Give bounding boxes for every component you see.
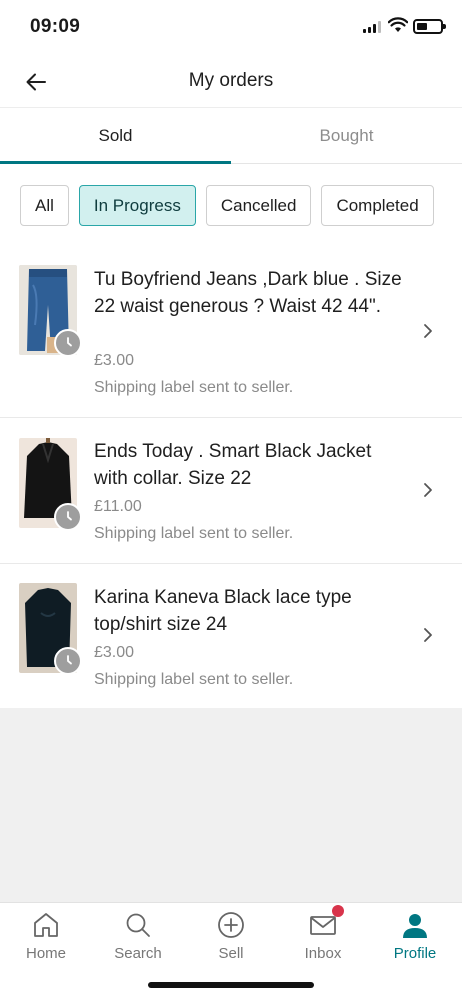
order-price: £3.00: [94, 644, 135, 661]
tab-sold[interactable]: Sold: [0, 108, 231, 164]
nav-search-label: Search: [114, 945, 162, 962]
filter-in-progress[interactable]: In Progress: [78, 185, 196, 226]
home-icon: [34, 913, 58, 937]
header: My orders: [0, 56, 462, 108]
chevron-right-icon: [424, 483, 432, 497]
order-price: £3.00: [94, 352, 135, 369]
wifi-icon: [388, 17, 408, 32]
clock-icon: [54, 329, 82, 357]
search-icon: [126, 913, 150, 937]
nav-profile[interactable]: Profile: [369, 903, 461, 973]
order-item[interactable]: Ends Today . Smart Black Jacket with col…: [0, 418, 462, 564]
order-list: Tu Boyfriend Jeans ,Dark blue . Size 22 …: [0, 246, 462, 708]
nav-home[interactable]: Home: [0, 903, 92, 973]
status-filters: All In Progress Cancelled Completed: [20, 185, 434, 226]
status-time: 09:09: [30, 16, 81, 37]
nav-sell[interactable]: Sell: [185, 903, 277, 973]
nav-inbox[interactable]: Inbox: [277, 903, 369, 973]
nav-home-label: Home: [25, 945, 66, 962]
order-title: Tu Boyfriend Jeans ,Dark blue . Size 22 …: [94, 269, 402, 317]
filter-all[interactable]: All: [20, 185, 69, 226]
inbox-badge: [332, 905, 344, 917]
chevron-right-icon: [424, 324, 432, 338]
signal-icon: [363, 21, 381, 33]
home-indicator: [148, 982, 314, 988]
clock-icon: [54, 647, 82, 675]
order-title: Ends Today . Smart Black Jacket with col…: [94, 441, 372, 489]
nav-profile-label: Profile: [393, 945, 437, 962]
nav-inbox-label: Inbox: [304, 945, 342, 962]
empty-area: [0, 708, 462, 902]
clock-icon: [54, 503, 82, 531]
filter-cancelled[interactable]: Cancelled: [205, 185, 312, 226]
order-price: £11.00: [94, 498, 142, 515]
tabs: Sold Bought: [0, 108, 462, 164]
status-bar: 09:09: [0, 0, 462, 56]
order-item[interactable]: Karina Kaneva Black lace type top/shirt …: [0, 564, 462, 708]
order-status: Shipping label sent to seller.: [94, 525, 294, 542]
filter-completed[interactable]: Completed: [321, 185, 434, 226]
chevron-right-icon: [424, 628, 432, 642]
order-status: Shipping label sent to seller.: [94, 379, 294, 396]
profile-icon: [403, 914, 427, 938]
sell-plus-icon: [218, 912, 244, 938]
nav-sell-label: Sell: [218, 945, 244, 962]
battery-icon: [413, 19, 446, 34]
order-item[interactable]: Tu Boyfriend Jeans ,Dark blue . Size 22 …: [0, 246, 462, 418]
tab-bought[interactable]: Bought: [231, 108, 462, 163]
order-title: Karina Kaneva Black lace type top/shirt …: [94, 587, 352, 635]
page-title: My orders: [188, 70, 274, 91]
nav-search[interactable]: Search: [92, 903, 184, 973]
order-status: Shipping label sent to seller.: [94, 671, 294, 688]
